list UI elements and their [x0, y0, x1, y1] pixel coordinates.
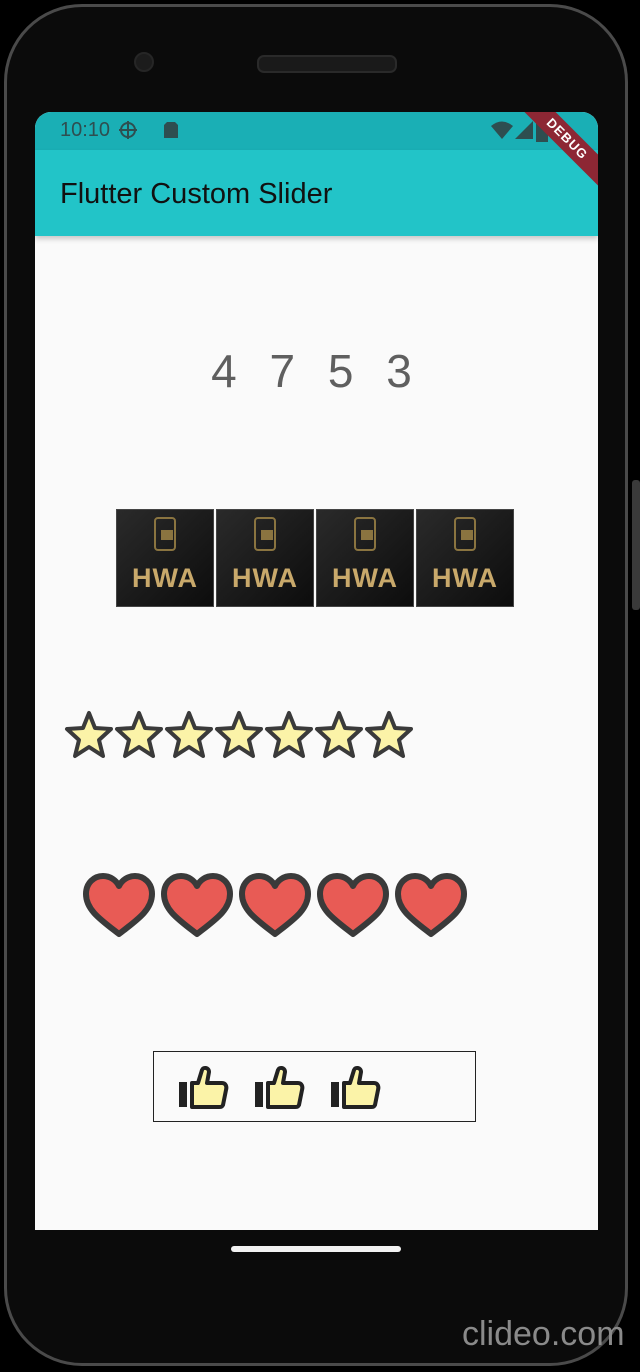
signal-icon	[515, 121, 533, 139]
star-icon[interactable]	[364, 710, 414, 760]
image-slider-tile[interactable]: HWA	[416, 509, 514, 607]
tile-logo-text: HWA	[132, 563, 198, 593]
heart-slider[interactable]	[81, 872, 471, 938]
sim-card-icon	[164, 122, 178, 138]
thumbs-slider-container[interactable]	[153, 1051, 476, 1122]
thumbs-up-icon[interactable]	[252, 1064, 306, 1110]
star-icon[interactable]	[214, 710, 264, 760]
heart-icon[interactable]	[81, 872, 157, 938]
star-slider[interactable]	[64, 710, 414, 760]
heart-icon[interactable]	[237, 872, 313, 938]
image-slider-tile[interactable]: HWA	[216, 509, 314, 607]
status-time: 10:10	[60, 119, 111, 141]
image-slider[interactable]: HWA HWA HWA HWA	[116, 509, 516, 607]
power-button	[632, 480, 640, 610]
app-screen: 10:10 Flutter Custom Slider DEBUG 4 7 5 …	[35, 112, 598, 1230]
image-slider-tile[interactable]: HWA	[116, 509, 214, 607]
heart-icon[interactable]	[393, 872, 469, 938]
app-bar: Flutter Custom Slider	[35, 150, 598, 236]
page-title: Flutter Custom Slider	[60, 178, 333, 210]
tile-logo-text: HWA	[332, 563, 398, 593]
thumbs-up-icon[interactable]	[176, 1064, 230, 1110]
tile-logo-text: HWA	[432, 563, 498, 593]
home-indicator[interactable]	[231, 1246, 401, 1252]
star-icon[interactable]	[264, 710, 314, 760]
star-icon[interactable]	[64, 710, 114, 760]
status-bar: 10:10	[35, 112, 598, 150]
earpiece-speaker	[257, 55, 397, 73]
watermark: clideo.com	[462, 1315, 625, 1353]
wifi-icon	[491, 121, 513, 139]
front-camera	[134, 52, 154, 72]
star-icon[interactable]	[114, 710, 164, 760]
image-slider-tile[interactable]: HWA	[316, 509, 414, 607]
crosshair-icon	[119, 121, 137, 139]
slider-values-display: 4 7 5 3	[211, 345, 422, 397]
heart-icon[interactable]	[159, 872, 235, 938]
star-icon[interactable]	[314, 710, 364, 760]
thumbs-slider[interactable]	[176, 1064, 404, 1110]
star-icon[interactable]	[164, 710, 214, 760]
heart-icon[interactable]	[315, 872, 391, 938]
thumbs-up-icon[interactable]	[328, 1064, 382, 1110]
tile-logo-text: HWA	[232, 563, 298, 593]
